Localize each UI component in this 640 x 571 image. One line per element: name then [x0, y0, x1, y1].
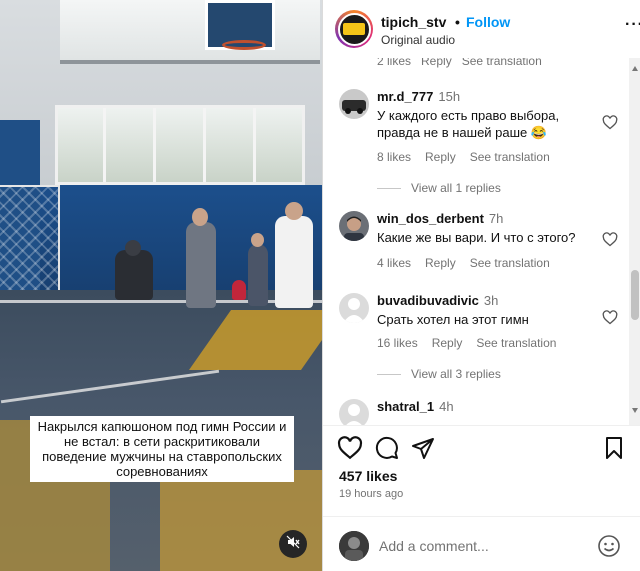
author-avatar[interactable]: [335, 10, 373, 48]
separator-dot: •: [455, 14, 460, 30]
comment-likes[interactable]: 16 likes: [377, 336, 418, 350]
reply-button[interactable]: Reply: [432, 336, 463, 350]
follow-button[interactable]: Follow: [466, 14, 510, 30]
comment-item: win_dos_derbent 7h Какие же вы вари. И чт…: [339, 211, 629, 281]
comments-list: 2 likes Reply See translation mr.d_777 15…: [323, 58, 640, 425]
avatar[interactable]: [339, 211, 369, 241]
comment-username[interactable]: mr.d_777 15h: [377, 89, 460, 104]
speaker-muted-icon: [286, 535, 300, 554]
child-standing: [248, 244, 268, 306]
like-heart-icon[interactable]: [337, 436, 363, 465]
current-user-avatar: [339, 531, 369, 561]
comment-item: buvadibuvadivic 3h Срать хотел на этот ги…: [339, 293, 629, 388]
comment-actions: 4 likes Reply See translation: [377, 256, 564, 270]
post-video[interactable]: Накрылся капюшоном под гимн России и не …: [0, 0, 322, 571]
person-standing: [186, 222, 216, 308]
scroll-down-arrow-icon[interactable]: [632, 408, 638, 413]
post-sidebar: tipich_stv • Follow Original audio ··· 2…: [322, 0, 640, 571]
comments-scrollbar[interactable]: [629, 58, 640, 425]
video-caption: Накрылся капюшоном под гимн России и не …: [30, 416, 294, 482]
view-replies-button[interactable]: View all 3 replies: [377, 367, 501, 381]
person-head: [285, 202, 303, 220]
see-translation-button[interactable]: See translation: [476, 336, 556, 350]
add-comment-bar: [323, 516, 640, 571]
gym-window: [55, 105, 305, 185]
likes-count[interactable]: 457 likes: [339, 468, 397, 484]
more-options-icon[interactable]: ···: [625, 16, 640, 34]
reply-button[interactable]: Reply: [425, 150, 456, 164]
comment-likes[interactable]: 8 likes: [377, 150, 411, 164]
add-comment-input[interactable]: [379, 535, 589, 557]
comment-time: 15h: [438, 89, 461, 104]
like-comment-icon[interactable]: [602, 232, 618, 252]
floor-line: [0, 300, 322, 303]
person-head: [125, 240, 141, 256]
avatar[interactable]: [339, 89, 369, 119]
comment-bubble-icon[interactable]: [375, 436, 399, 465]
comment-username[interactable]: win_dos_derbent 7h: [377, 211, 503, 226]
view-replies-button[interactable]: View all 1 replies: [377, 181, 501, 195]
post-actions: [337, 436, 627, 462]
author-username[interactable]: tipich_stv: [381, 14, 446, 30]
comment-likes[interactable]: 4 likes: [377, 256, 411, 270]
gym-upper-window: [60, 0, 320, 60]
audio-label[interactable]: Original audio: [381, 33, 455, 47]
avatar[interactable]: [339, 293, 369, 323]
comment-actions: 16 likes Reply See translation: [377, 336, 570, 350]
comment-text: Срать хотел на этот гимн: [377, 312, 529, 327]
person-head: [192, 208, 208, 226]
like-comment-icon[interactable]: [602, 115, 618, 135]
comment-text: У каждого есть право выбора, правда не в…: [377, 108, 560, 140]
comment-item: shatral_1 4h: [339, 399, 629, 425]
handball-goal: [0, 185, 60, 295]
see-translation-button[interactable]: See translation: [470, 256, 550, 270]
comment-username[interactable]: buvadibuvadivic 3h: [377, 293, 498, 308]
basketball-hoop: [222, 40, 266, 50]
comment-meta: 2 likes Reply See translation: [377, 58, 542, 68]
post-viewer: Накрылся капюшоном под гимн России и не …: [0, 0, 640, 571]
comment-time: 4h: [439, 399, 454, 414]
comment-username[interactable]: shatral_1 4h: [377, 399, 454, 414]
comment-actions: 8 likes Reply See translation: [377, 150, 564, 164]
reply-button[interactable]: Reply: [425, 256, 456, 270]
see-translation-button[interactable]: See translation: [470, 150, 550, 164]
scrollbar-thumb[interactable]: [631, 270, 639, 320]
post-header: tipich_stv • Follow Original audio ···: [323, 0, 640, 58]
emoji-smiley-icon[interactable]: [597, 534, 621, 563]
post-timestamp[interactable]: 19 hours ago: [339, 488, 403, 500]
comment-time: 3h: [483, 293, 499, 308]
mute-button[interactable]: [279, 530, 307, 558]
scroll-up-arrow-icon[interactable]: [632, 66, 638, 71]
person-crouching: [115, 250, 153, 300]
share-send-icon[interactable]: [411, 436, 435, 465]
comment-item: mr.d_777 15h У каждого есть право выбора,…: [339, 89, 629, 209]
person-head: [251, 233, 264, 247]
save-bookmark-icon[interactable]: [603, 436, 625, 465]
like-comment-icon[interactable]: [602, 310, 618, 330]
bag: [232, 280, 246, 300]
person-standing: [275, 216, 313, 308]
gym-rail: [60, 60, 320, 64]
comment-time: 7h: [488, 211, 504, 226]
avatar[interactable]: [339, 399, 369, 425]
brand-logo-icon: [343, 23, 365, 35]
post-footer: 457 likes 19 hours ago: [323, 425, 640, 571]
comment-text: Какие же вы вари. И что с этого?: [377, 230, 576, 245]
